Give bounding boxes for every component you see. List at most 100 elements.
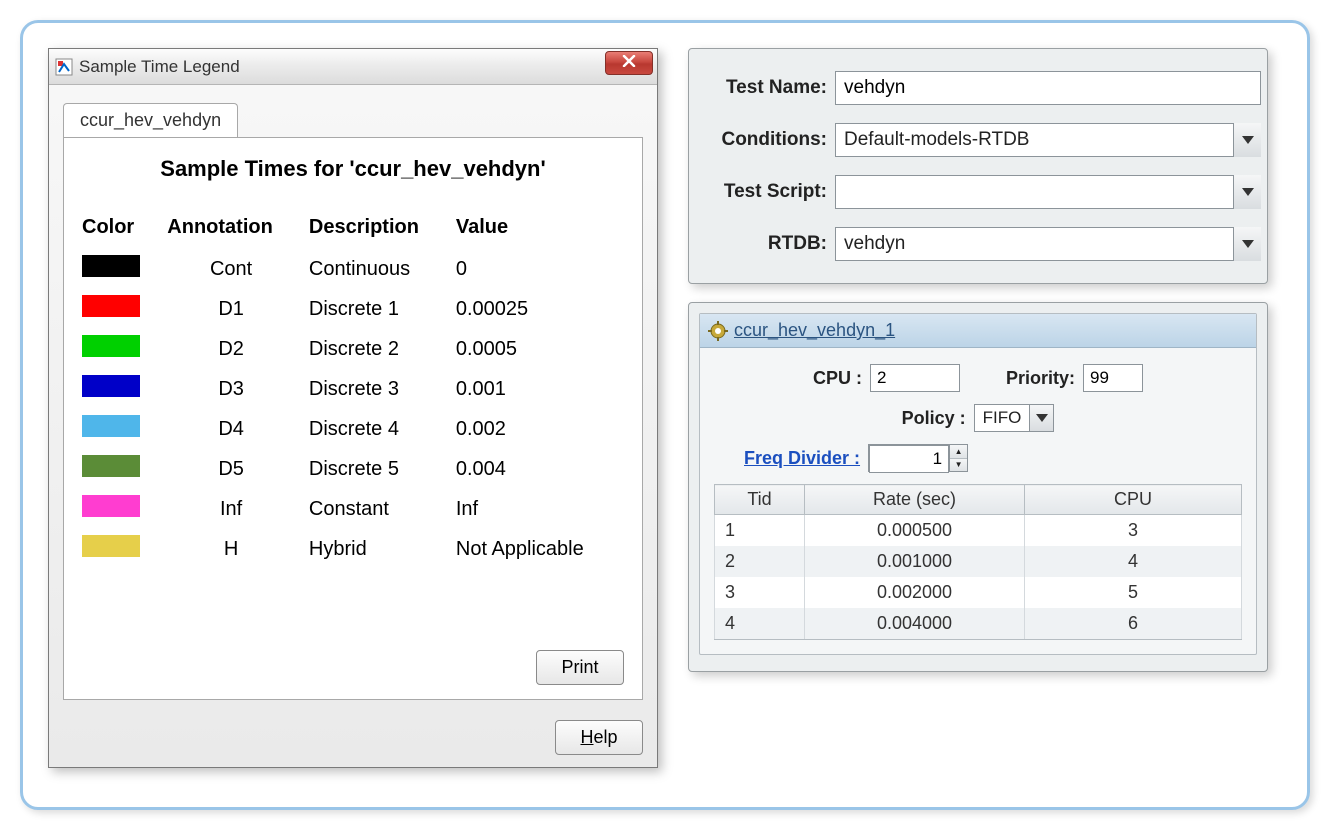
- freq-divider-input[interactable]: [869, 445, 949, 473]
- col-value: Value: [456, 212, 624, 249]
- legend-row: D5Discrete 50.004: [82, 449, 624, 489]
- spinner-down-icon[interactable]: ▼: [950, 459, 967, 472]
- legend-annotation: D4: [167, 409, 309, 449]
- legend-description: Constant: [309, 489, 456, 529]
- tab-panel: Sample Times for 'ccur_hev_vehdyn' Color…: [63, 137, 643, 700]
- titlebar[interactable]: Sample Time Legend: [49, 49, 657, 85]
- window-title: Sample Time Legend: [79, 57, 240, 77]
- chevron-down-icon: [1233, 123, 1261, 157]
- legend-row: D2Discrete 20.0005: [82, 329, 624, 369]
- help-button[interactable]: Help: [555, 720, 643, 755]
- chevron-down-icon: [1029, 405, 1053, 431]
- policy-value: FIFO: [975, 408, 1030, 428]
- cell-rate: 0.001000: [805, 546, 1025, 577]
- legend-description: Discrete 2: [309, 329, 456, 369]
- legend-row: HHybridNot Applicable: [82, 529, 624, 569]
- test-script-combo[interactable]: [835, 175, 1261, 209]
- freq-divider-spinner[interactable]: ▲ ▼: [868, 444, 968, 472]
- cell-cpu: 3: [1025, 515, 1242, 547]
- legend-annotation: H: [167, 529, 309, 569]
- col-rate: Rate (sec): [805, 485, 1025, 515]
- cell-cpu: 5: [1025, 577, 1242, 608]
- legend-annotation: D2: [167, 329, 309, 369]
- cell-rate: 0.002000: [805, 577, 1025, 608]
- cell-cpu: 6: [1025, 608, 1242, 640]
- conditions-value: Default-models-RTDB: [844, 129, 1252, 151]
- tab-model[interactable]: ccur_hev_vehdyn: [63, 103, 238, 137]
- legend-description: Continuous: [309, 249, 456, 289]
- gear-icon: [708, 321, 728, 341]
- legend-annotation: D5: [167, 449, 309, 489]
- rtdb-value: vehdyn: [844, 233, 1252, 255]
- legend-value: Not Applicable: [456, 529, 624, 569]
- cell-tid: 2: [715, 546, 805, 577]
- cell-tid: 1: [715, 515, 805, 547]
- policy-combo[interactable]: FIFO: [974, 404, 1055, 432]
- label-rtdb: RTDB:: [695, 233, 835, 255]
- legend-value: 0.00025: [456, 289, 624, 329]
- cell-rate: 0.004000: [805, 608, 1025, 640]
- legend-annotation: D1: [167, 289, 309, 329]
- cpu-input[interactable]: [870, 364, 960, 392]
- print-button[interactable]: Print: [536, 650, 624, 685]
- color-swatch: [82, 335, 140, 357]
- rate-table: Tid Rate (sec) CPU 10.000500320.00100043…: [714, 484, 1242, 640]
- col-annotation: Annotation: [167, 212, 309, 249]
- rate-row[interactable]: 30.0020005: [715, 577, 1242, 608]
- col-cpu: CPU: [1025, 485, 1242, 515]
- label-test-name: Test Name:: [695, 77, 835, 99]
- cell-rate: 0.000500: [805, 515, 1025, 547]
- legend-row: D1Discrete 10.00025: [82, 289, 624, 329]
- label-priority: Priority:: [1006, 368, 1075, 389]
- label-freq-divider[interactable]: Freq Divider :: [744, 448, 860, 469]
- legend-description: Discrete 3: [309, 369, 456, 409]
- conditions-combo[interactable]: Default-models-RTDB: [835, 123, 1261, 157]
- col-description: Description: [309, 212, 456, 249]
- color-swatch: [82, 295, 140, 317]
- legend-annotation: Cont: [167, 249, 309, 289]
- legend-value: Inf: [456, 489, 624, 529]
- chevron-down-icon: [1233, 227, 1261, 261]
- legend-window: Sample Time Legend ccur_hev_vehdyn Sampl…: [48, 48, 658, 768]
- legend-value: 0.004: [456, 449, 624, 489]
- window-body: ccur_hev_vehdyn Sample Times for 'ccur_h…: [49, 85, 657, 710]
- cell-cpu: 4: [1025, 546, 1242, 577]
- priority-input[interactable]: [1083, 364, 1143, 392]
- rate-row[interactable]: 10.0005003: [715, 515, 1242, 547]
- cell-tid: 3: [715, 577, 805, 608]
- label-conditions: Conditions:: [695, 129, 835, 151]
- legend-description: Discrete 5: [309, 449, 456, 489]
- test-name-input[interactable]: [835, 71, 1261, 105]
- rtdb-combo[interactable]: vehdyn: [835, 227, 1261, 261]
- close-icon: [622, 54, 636, 72]
- color-swatch: [82, 455, 140, 477]
- legend-description: Discrete 1: [309, 289, 456, 329]
- legend-value: 0.001: [456, 369, 624, 409]
- rate-row[interactable]: 40.0040006: [715, 608, 1242, 640]
- color-swatch: [82, 255, 140, 277]
- legend-value: 0.002: [456, 409, 624, 449]
- rate-row[interactable]: 20.0010004: [715, 546, 1242, 577]
- legend-value: 0.0005: [456, 329, 624, 369]
- chevron-down-icon: [1233, 175, 1261, 209]
- legend-row: D3Discrete 30.001: [82, 369, 624, 409]
- legend-value: 0: [456, 249, 624, 289]
- spinner-up-icon[interactable]: ▲: [950, 445, 967, 459]
- color-swatch: [82, 495, 140, 517]
- cell-tid: 4: [715, 608, 805, 640]
- legend-description: Hybrid: [309, 529, 456, 569]
- task-name-link[interactable]: ccur_hev_vehdyn_1: [734, 320, 895, 341]
- task-header: ccur_hev_vehdyn_1: [700, 314, 1256, 348]
- tab-strip: ccur_hev_vehdyn: [63, 103, 643, 137]
- test-form: Test Name: Conditions: Default-models-RT…: [688, 48, 1268, 284]
- composite-frame: Sample Time Legend ccur_hev_vehdyn Sampl…: [20, 20, 1310, 810]
- legend-row: InfConstantInf: [82, 489, 624, 529]
- color-swatch: [82, 415, 140, 437]
- legend-row: D4Discrete 40.002: [82, 409, 624, 449]
- color-swatch: [82, 535, 140, 557]
- close-button[interactable]: [605, 51, 653, 75]
- panel-heading: Sample Times for 'ccur_hev_vehdyn': [82, 156, 624, 182]
- app-icon: [55, 58, 73, 76]
- color-swatch: [82, 375, 140, 397]
- col-tid: Tid: [715, 485, 805, 515]
